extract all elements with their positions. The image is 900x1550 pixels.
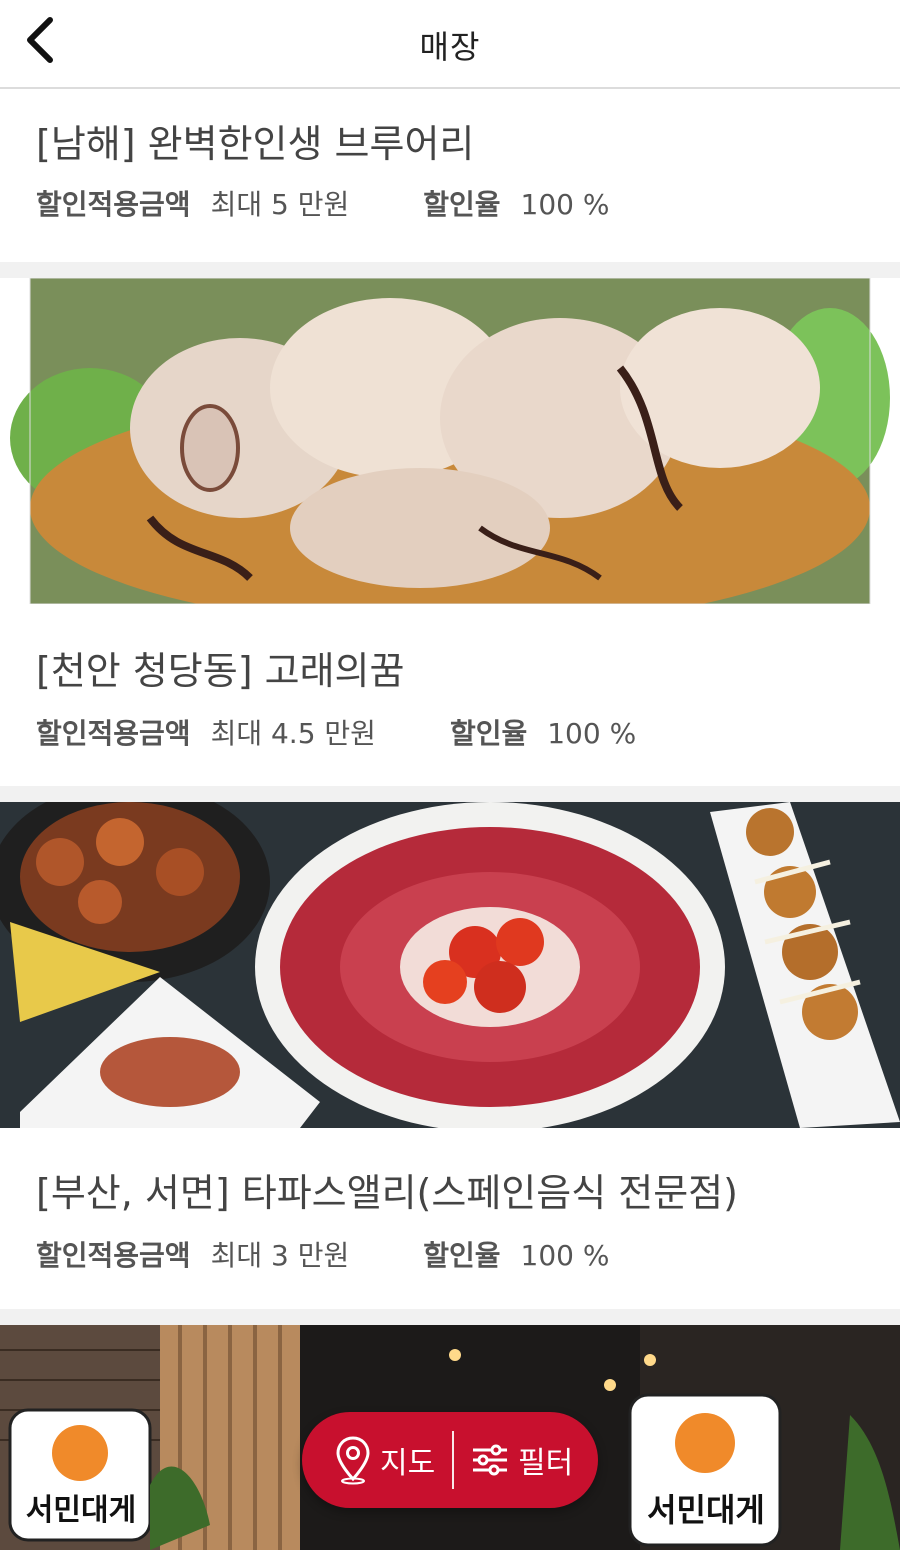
map-pin-icon [336, 1436, 370, 1485]
card-separator [0, 1309, 900, 1325]
store-discount-info: 할인적용금액 최대 5 만원 할인율 100 % [36, 183, 609, 223]
store-card-info[interactable]: [남해] 완벽한인생 브루어리 할인적용금액 최대 5 만원 할인율 100 % [0, 91, 900, 261]
app-header: 매장 [0, 0, 900, 89]
store-name: [천안 청당동] 고래의꿈 [36, 649, 405, 693]
discount-rate-label: 할인율 [423, 188, 501, 221]
store-name: [남해] 완벽한인생 브루어리 [36, 122, 475, 166]
store-card-info[interactable]: [부산, 서면] 타파스앨리(스페인음식 전문점) 할인적용금액 최대 3 만원… [0, 1128, 900, 1308]
map-filter-fab: 지도 필터 [302, 1412, 598, 1508]
filter-button-label: 필터 [518, 1446, 574, 1481]
store-sign-left: 서민대게 [25, 1493, 137, 1528]
discount-amount-value: 최대 5 만원 [210, 188, 350, 221]
store-name: [부산, 서면] 타파스앨리(스페인음식 전문점) [36, 1171, 738, 1215]
food-photo-image [0, 802, 900, 1128]
store-discount-info: 할인적용금액 최대 4.5 만원 할인율 100 % [36, 712, 636, 752]
discount-rate-value: 100 % [520, 1239, 610, 1272]
food-photo-image [0, 278, 900, 604]
discount-amount-value: 최대 4.5 만원 [210, 717, 376, 750]
store-sign-right: 서민대게 [647, 1491, 765, 1529]
discount-rate-label: 할인율 [423, 1239, 501, 1272]
page-title: 매장 [419, 28, 481, 66]
discount-rate-label: 할인율 [449, 717, 528, 750]
map-button-label: 지도 [380, 1446, 436, 1481]
discount-rate-value: 100 % [520, 188, 610, 221]
discount-amount-label: 할인적용금액 [36, 1239, 191, 1272]
card-separator [0, 262, 900, 278]
map-button[interactable]: 지도 [302, 1412, 452, 1508]
store-card-info[interactable]: [천안 청당동] 고래의꿈 할인적용금액 최대 4.5 만원 할인율 100 % [0, 604, 900, 784]
filter-button[interactable]: 필터 [454, 1412, 573, 1508]
card-separator [0, 786, 900, 802]
discount-amount-label: 할인적용금액 [36, 717, 191, 750]
store-photo[interactable] [0, 278, 900, 604]
sliders-icon [473, 1444, 507, 1476]
discount-rate-value: 100 % [547, 717, 637, 750]
store-discount-info: 할인적용금액 최대 3 만원 할인율 100 % [36, 1234, 609, 1274]
store-photo[interactable] [0, 802, 900, 1128]
discount-amount-label: 할인적용금액 [36, 188, 191, 221]
discount-amount-value: 최대 3 만원 [210, 1239, 350, 1272]
